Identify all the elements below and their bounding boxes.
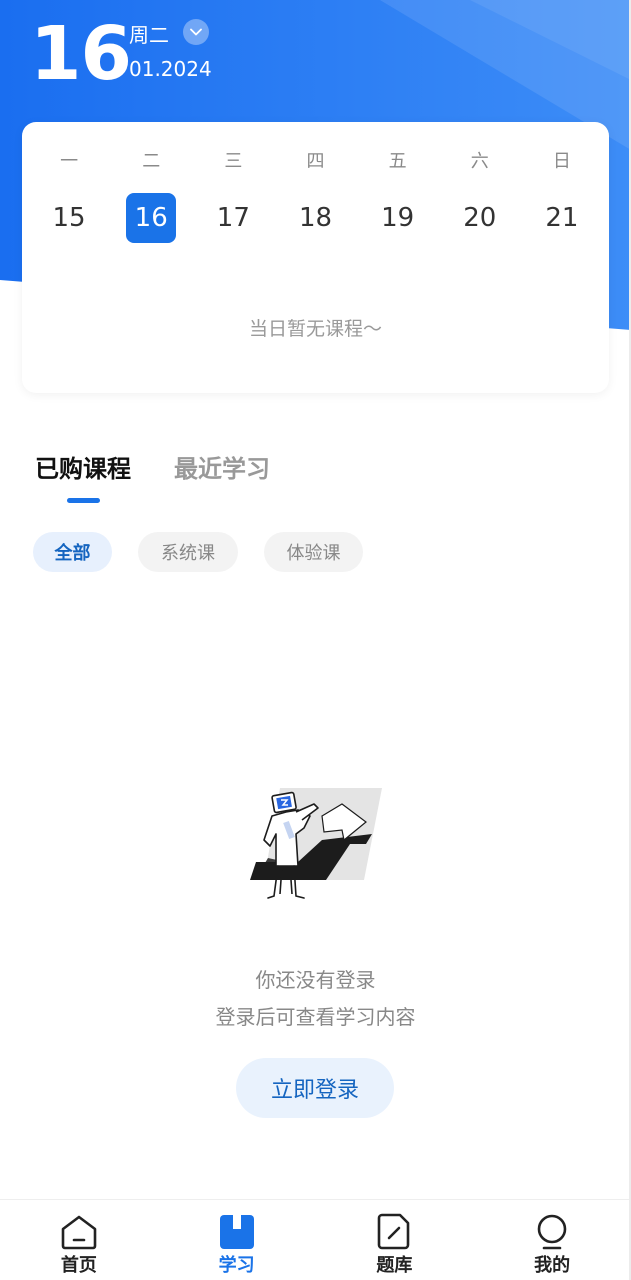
weekday-label: 一 <box>60 151 79 172</box>
calendar-date[interactable]: 17 <box>208 193 258 243</box>
current-weekday: 周二 <box>129 23 169 47</box>
empty-state-subtitle: 登录后可查看学习内容 <box>215 1005 416 1029</box>
empty-state-title: 你还没有登录 <box>255 968 376 992</box>
calendar-toggle-button[interactable] <box>183 19 209 45</box>
bottom-navigation: 首页 学习 题库 我的 <box>0 1199 631 1280</box>
book-icon <box>219 1215 254 1249</box>
filter-trial-course-chip[interactable]: 体验课 <box>264 532 363 572</box>
edit-icon <box>378 1213 410 1250</box>
weekday-label: 日 <box>552 151 571 172</box>
weekday-label: 二 <box>142 151 161 172</box>
no-course-message: 当日暂无课程～ <box>248 318 382 340</box>
tab-active-indicator <box>67 498 100 503</box>
week-dates: 15 16 17 18 19 20 21 <box>28 193 603 243</box>
tab-purchased-courses[interactable]: 已购课程 <box>35 452 131 486</box>
calendar-date-selected[interactable]: 16 <box>126 193 177 243</box>
weekday-label: 六 <box>470 151 489 172</box>
nav-label-home: 首页 <box>60 1255 97 1276</box>
current-day: 16 <box>30 11 132 97</box>
weekday-labels: 一 二 三 四 五 六 日 <box>28 150 603 174</box>
not-logged-in-illustration <box>246 782 386 904</box>
nav-item-study[interactable]: 学习 <box>158 1200 316 1280</box>
tab-recent-study[interactable]: 最近学习 <box>174 452 270 486</box>
calendar-date[interactable]: 21 <box>537 193 587 243</box>
nav-item-home[interactable]: 首页 <box>0 1200 158 1280</box>
calendar-date[interactable]: 19 <box>373 193 423 243</box>
calendar-date[interactable]: 20 <box>455 193 505 243</box>
calendar-date[interactable]: 15 <box>44 193 94 243</box>
week-calendar: 一 二 三 四 五 六 日 15 16 17 18 19 20 21 当日暂无课… <box>22 122 609 393</box>
nav-item-profile[interactable]: 我的 <box>473 1200 631 1280</box>
nav-item-question-bank[interactable]: 题库 <box>316 1200 474 1280</box>
calendar-date[interactable]: 18 <box>290 193 340 243</box>
weekday-label: 五 <box>388 151 407 172</box>
nav-label-study: 学习 <box>218 1255 255 1276</box>
home-icon <box>61 1215 97 1250</box>
login-button[interactable]: 立即登录 <box>236 1058 394 1118</box>
filter-system-course-chip[interactable]: 系统课 <box>138 532 238 572</box>
profile-icon <box>537 1214 567 1250</box>
chevron-down-icon <box>190 28 202 36</box>
weekday-label: 三 <box>224 151 243 172</box>
filter-all-chip[interactable]: 全部 <box>33 532 112 572</box>
current-month-year: 01.2024 <box>129 57 212 81</box>
nav-label-question-bank: 题库 <box>376 1255 413 1276</box>
weekday-label: 四 <box>306 151 325 172</box>
nav-label-profile: 我的 <box>534 1255 571 1276</box>
